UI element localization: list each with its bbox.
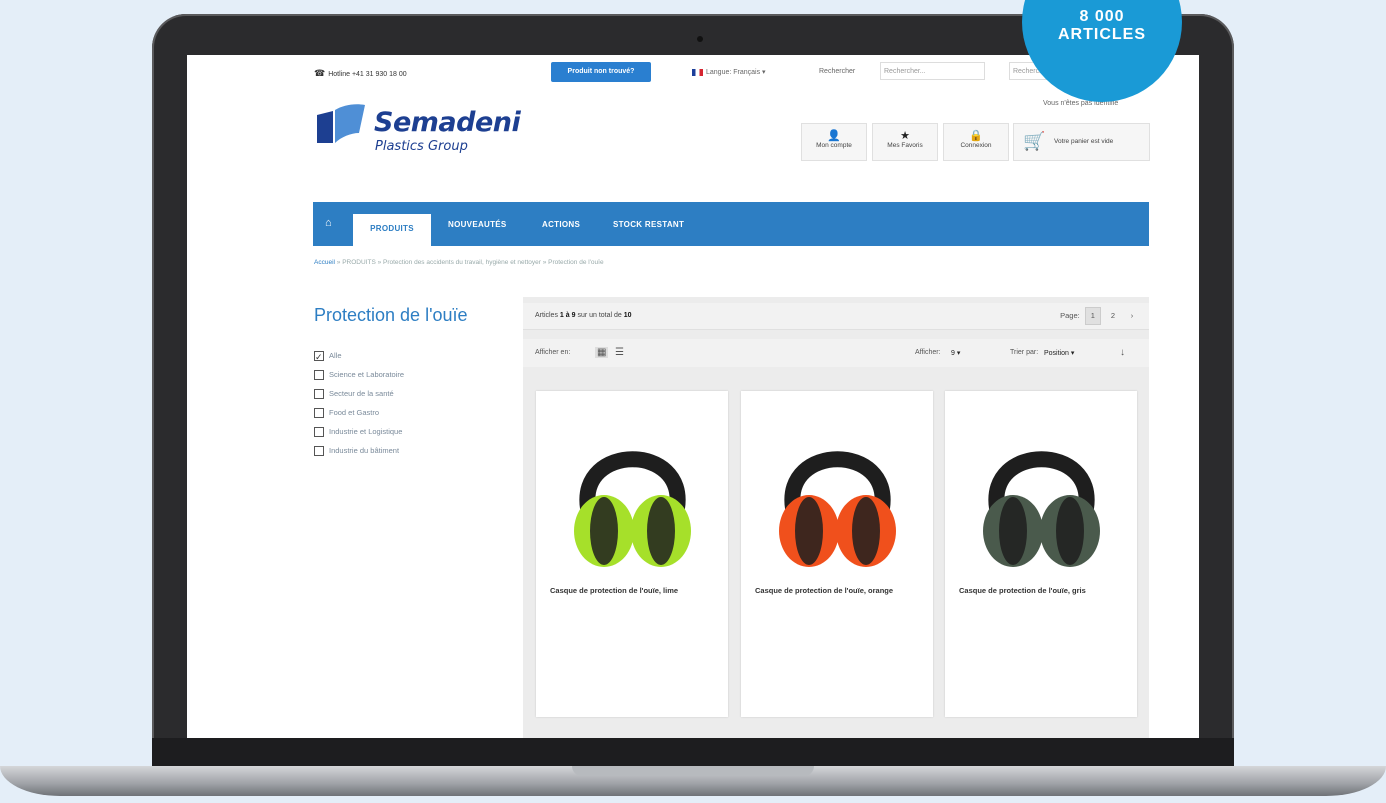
checkbox[interactable] <box>314 408 324 419</box>
nav-tab-stock-restant[interactable]: STOCK RESTANT <box>613 214 684 246</box>
grid-view-icon[interactable]: ▦ <box>595 347 609 358</box>
user-icon: 👤 <box>827 130 841 142</box>
filter-item-science[interactable]: Science et Laboratoire <box>314 365 404 384</box>
logo-name: Semadeni <box>374 107 521 138</box>
language-selector[interactable]: Langue: Français ▾ <box>692 68 766 76</box>
sort-direction-icon[interactable]: ↓ <box>1120 347 1125 358</box>
page-title: Protection de l'ouïe <box>314 305 468 325</box>
laptop-screen: ☎ Hotline +41 31 930 18 00 Produit non tr… <box>187 55 1199 738</box>
breadcrumb-home-link[interactable]: Accueil <box>314 259 335 266</box>
star-icon: ★ <box>900 130 910 142</box>
laptop-camera <box>697 36 703 42</box>
product-name[interactable]: Casque de protection de l'ouïe, lime <box>550 586 718 596</box>
badge-label: ARTICLES <box>1058 26 1146 43</box>
breadcrumb: Accueil » PRODUITS » Protection des acci… <box>314 259 604 266</box>
favorites-button[interactable]: ★ Mes Favoris <box>872 123 938 161</box>
earmuff-image[interactable] <box>969 403 1114 571</box>
cart-icon: 🛒 <box>1023 131 1046 151</box>
product-card[interactable]: Casque de protection de l'ouïe, gris <box>945 391 1137 717</box>
laptop-notch <box>572 766 814 776</box>
show-label: Afficher: <box>915 349 941 356</box>
page-1[interactable]: 1 <box>1084 307 1101 325</box>
checkbox[interactable] <box>314 446 324 457</box>
nav-tab-produits[interactable]: PRODUITS <box>353 214 431 246</box>
nav-tab-nouveautes[interactable]: NOUVEAUTÉS <box>448 214 507 246</box>
lock-icon: 🔒 <box>969 130 983 142</box>
checkbox[interactable] <box>314 389 324 400</box>
checkbox[interactable] <box>314 370 324 381</box>
semadeni-logo[interactable]: Semadeni Plastics Group <box>315 95 575 155</box>
sort-select[interactable]: Position ▾ <box>1044 349 1074 357</box>
product-card[interactable]: Casque de protection de l'ouïe, lime <box>536 391 728 717</box>
home-icon[interactable]: ⌂ <box>325 217 332 229</box>
account-button[interactable]: 👤 Mon compte <box>801 123 867 161</box>
logo-mark-icon <box>317 104 365 143</box>
badge-count: 8 000 <box>1079 8 1125 25</box>
phone-icon: ☎ <box>314 68 326 78</box>
sort-label: Trier par: <box>1010 349 1039 356</box>
product-name[interactable]: Casque de protection de l'ouïe, orange <box>755 586 923 596</box>
per-page-select[interactable]: 9 ▾ <box>951 349 960 357</box>
main-nav: ⌂ PRODUITS NOUVEAUTÉS ACTIONS STOCK REST… <box>313 202 1149 246</box>
category-filters: Alle Science et Laboratoire Secteur de l… <box>314 346 404 460</box>
checkbox-checked[interactable] <box>314 348 324 367</box>
view-label: Afficher en: <box>535 349 571 356</box>
pagination: Page: 1 2 › <box>1057 307 1139 325</box>
result-count: Articles 1 à 9 sur un total de 10 <box>535 312 632 319</box>
hotline: ☎ Hotline +41 31 930 18 00 <box>314 68 407 78</box>
view-sort-bar: Afficher en: ▦ ☰ Afficher: 9 ▾ Trier par… <box>523 339 1149 367</box>
french-flag-icon <box>692 68 703 76</box>
earmuff-image[interactable] <box>765 403 910 571</box>
earmuff-image[interactable] <box>560 403 705 571</box>
result-count-bar: Articles 1 à 9 sur un total de 10 Page: … <box>523 303 1149 330</box>
laptop-chin <box>152 738 1234 768</box>
product-not-found-button[interactable]: Produit non trouvé? <box>551 62 651 82</box>
page-label: Page: <box>1060 311 1080 320</box>
login-button[interactable]: 🔒 Connexion <box>943 123 1009 161</box>
product-name[interactable]: Casque de protection de l'ouïe, gris <box>959 586 1127 596</box>
next-page-icon[interactable]: › <box>1125 308 1139 324</box>
checkbox[interactable] <box>314 427 324 438</box>
filter-item-alle[interactable]: Alle <box>314 346 404 367</box>
search-label: Rechercher <box>819 68 856 75</box>
breadcrumb-trail: » PRODUITS » Protection des accidents du… <box>334 259 604 266</box>
list-view-icon[interactable]: ☰ <box>615 347 624 358</box>
cart-button[interactable]: 🛒 Votre panier est vide <box>1013 123 1150 161</box>
logo-subtitle: Plastics Group <box>375 139 468 154</box>
filter-item-food[interactable]: Food et Gastro <box>314 403 404 422</box>
filter-item-industrie[interactable]: Industrie et Logistique <box>314 422 404 441</box>
search-input[interactable]: Rechercher... <box>880 62 985 80</box>
filter-item-batiment[interactable]: Industrie du bâtiment <box>314 441 404 460</box>
page-2[interactable]: 2 <box>1106 308 1120 324</box>
nav-tab-actions[interactable]: ACTIONS <box>542 214 580 246</box>
product-card[interactable]: Casque de protection de l'ouïe, orange <box>741 391 933 717</box>
filter-item-sante[interactable]: Secteur de la santé <box>314 384 404 403</box>
